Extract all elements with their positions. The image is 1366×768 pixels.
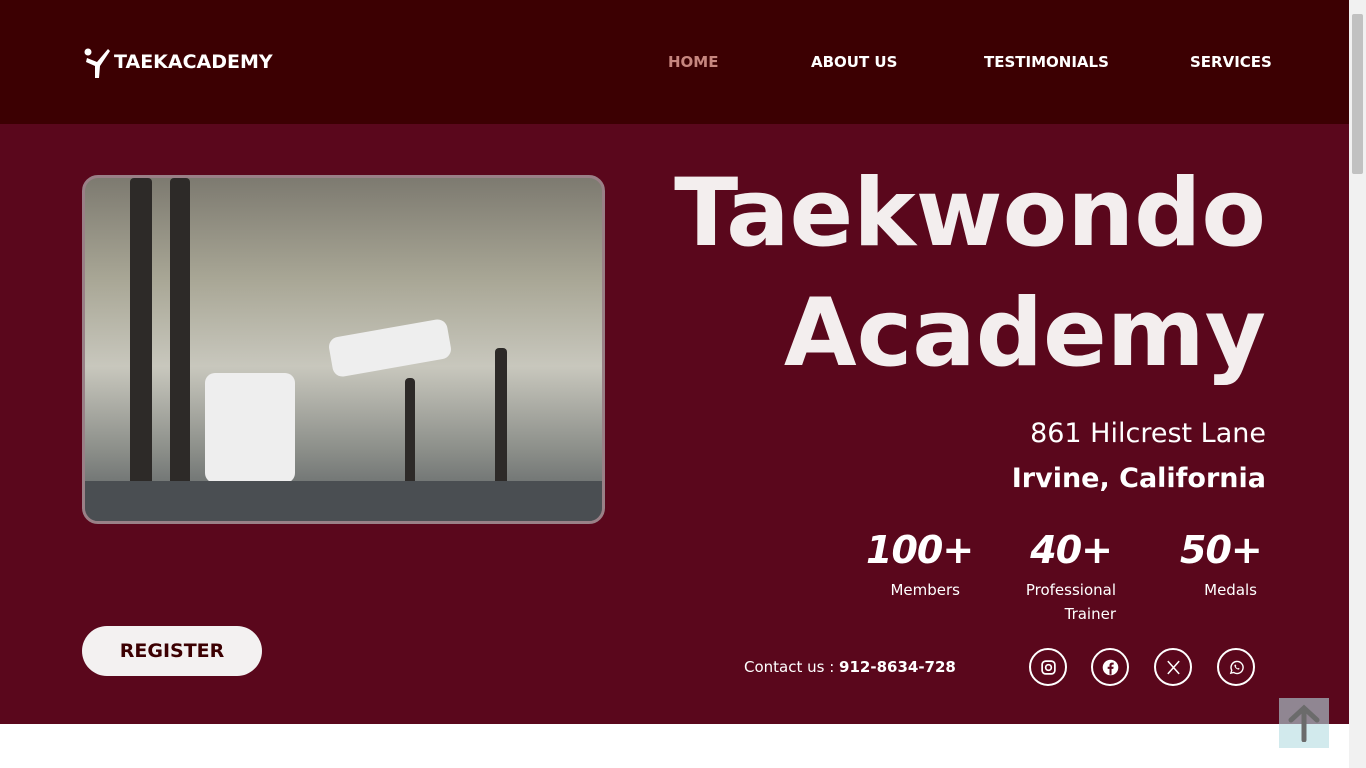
nav-about-us[interactable]: ABOUT US xyxy=(811,53,897,71)
stat-members: 100+ Members xyxy=(866,528,974,602)
address-city: Irvine, California xyxy=(1011,463,1266,494)
address-street: 861 Hilcrest Lane xyxy=(1030,418,1266,449)
stat-trainers: 40+ Professional Trainer xyxy=(1020,528,1116,626)
scroll-to-top-button[interactable] xyxy=(1279,698,1329,748)
contact-phone[interactable]: 912-8634-728 xyxy=(839,658,956,676)
logo-text: TAEKACADEMY xyxy=(114,51,273,73)
header: TAEKACADEMY HOME ABOUT US TESTIMONIALS S… xyxy=(0,0,1349,124)
taekwondo-photo xyxy=(82,175,605,524)
page-title: Taekwondo Academy xyxy=(674,154,1266,394)
stat-value: 50+ xyxy=(1180,528,1263,572)
nav-testimonials[interactable]: TESTIMONIALS xyxy=(984,53,1109,71)
nav-services[interactable]: SERVICES xyxy=(1190,53,1272,71)
stat-value: 40+ xyxy=(1030,528,1113,572)
nav-home[interactable]: HOME xyxy=(668,53,718,71)
stat-value: 100+ xyxy=(866,528,974,572)
instagram-icon[interactable] xyxy=(1029,648,1067,686)
arrow-up-icon xyxy=(1288,704,1320,742)
stat-label: Members xyxy=(890,581,960,599)
scrollbar-thumb[interactable] xyxy=(1352,14,1363,174)
stat-label: Professional Trainer xyxy=(1025,581,1116,623)
stat-medals: 50+ Medals xyxy=(1180,528,1263,602)
title-line-1: Taekwondo xyxy=(674,159,1266,268)
scrollbar[interactable] xyxy=(1349,0,1366,768)
stat-label: Medals xyxy=(1204,581,1257,599)
hero-section: REGISTER Taekwondo Academy 861 Hilcrest … xyxy=(0,124,1349,724)
register-button[interactable]: REGISTER xyxy=(82,626,262,676)
facebook-icon[interactable] xyxy=(1091,648,1129,686)
x-icon[interactable] xyxy=(1154,648,1192,686)
contact-label: Contact us : xyxy=(744,658,840,676)
title-line-2: Academy xyxy=(783,279,1266,388)
logo[interactable]: TAEKACADEMY xyxy=(83,46,273,78)
contact-info: Contact us : 912-8634-728 xyxy=(744,658,956,676)
whatsapp-icon[interactable] xyxy=(1217,648,1255,686)
kick-icon xyxy=(84,48,110,78)
